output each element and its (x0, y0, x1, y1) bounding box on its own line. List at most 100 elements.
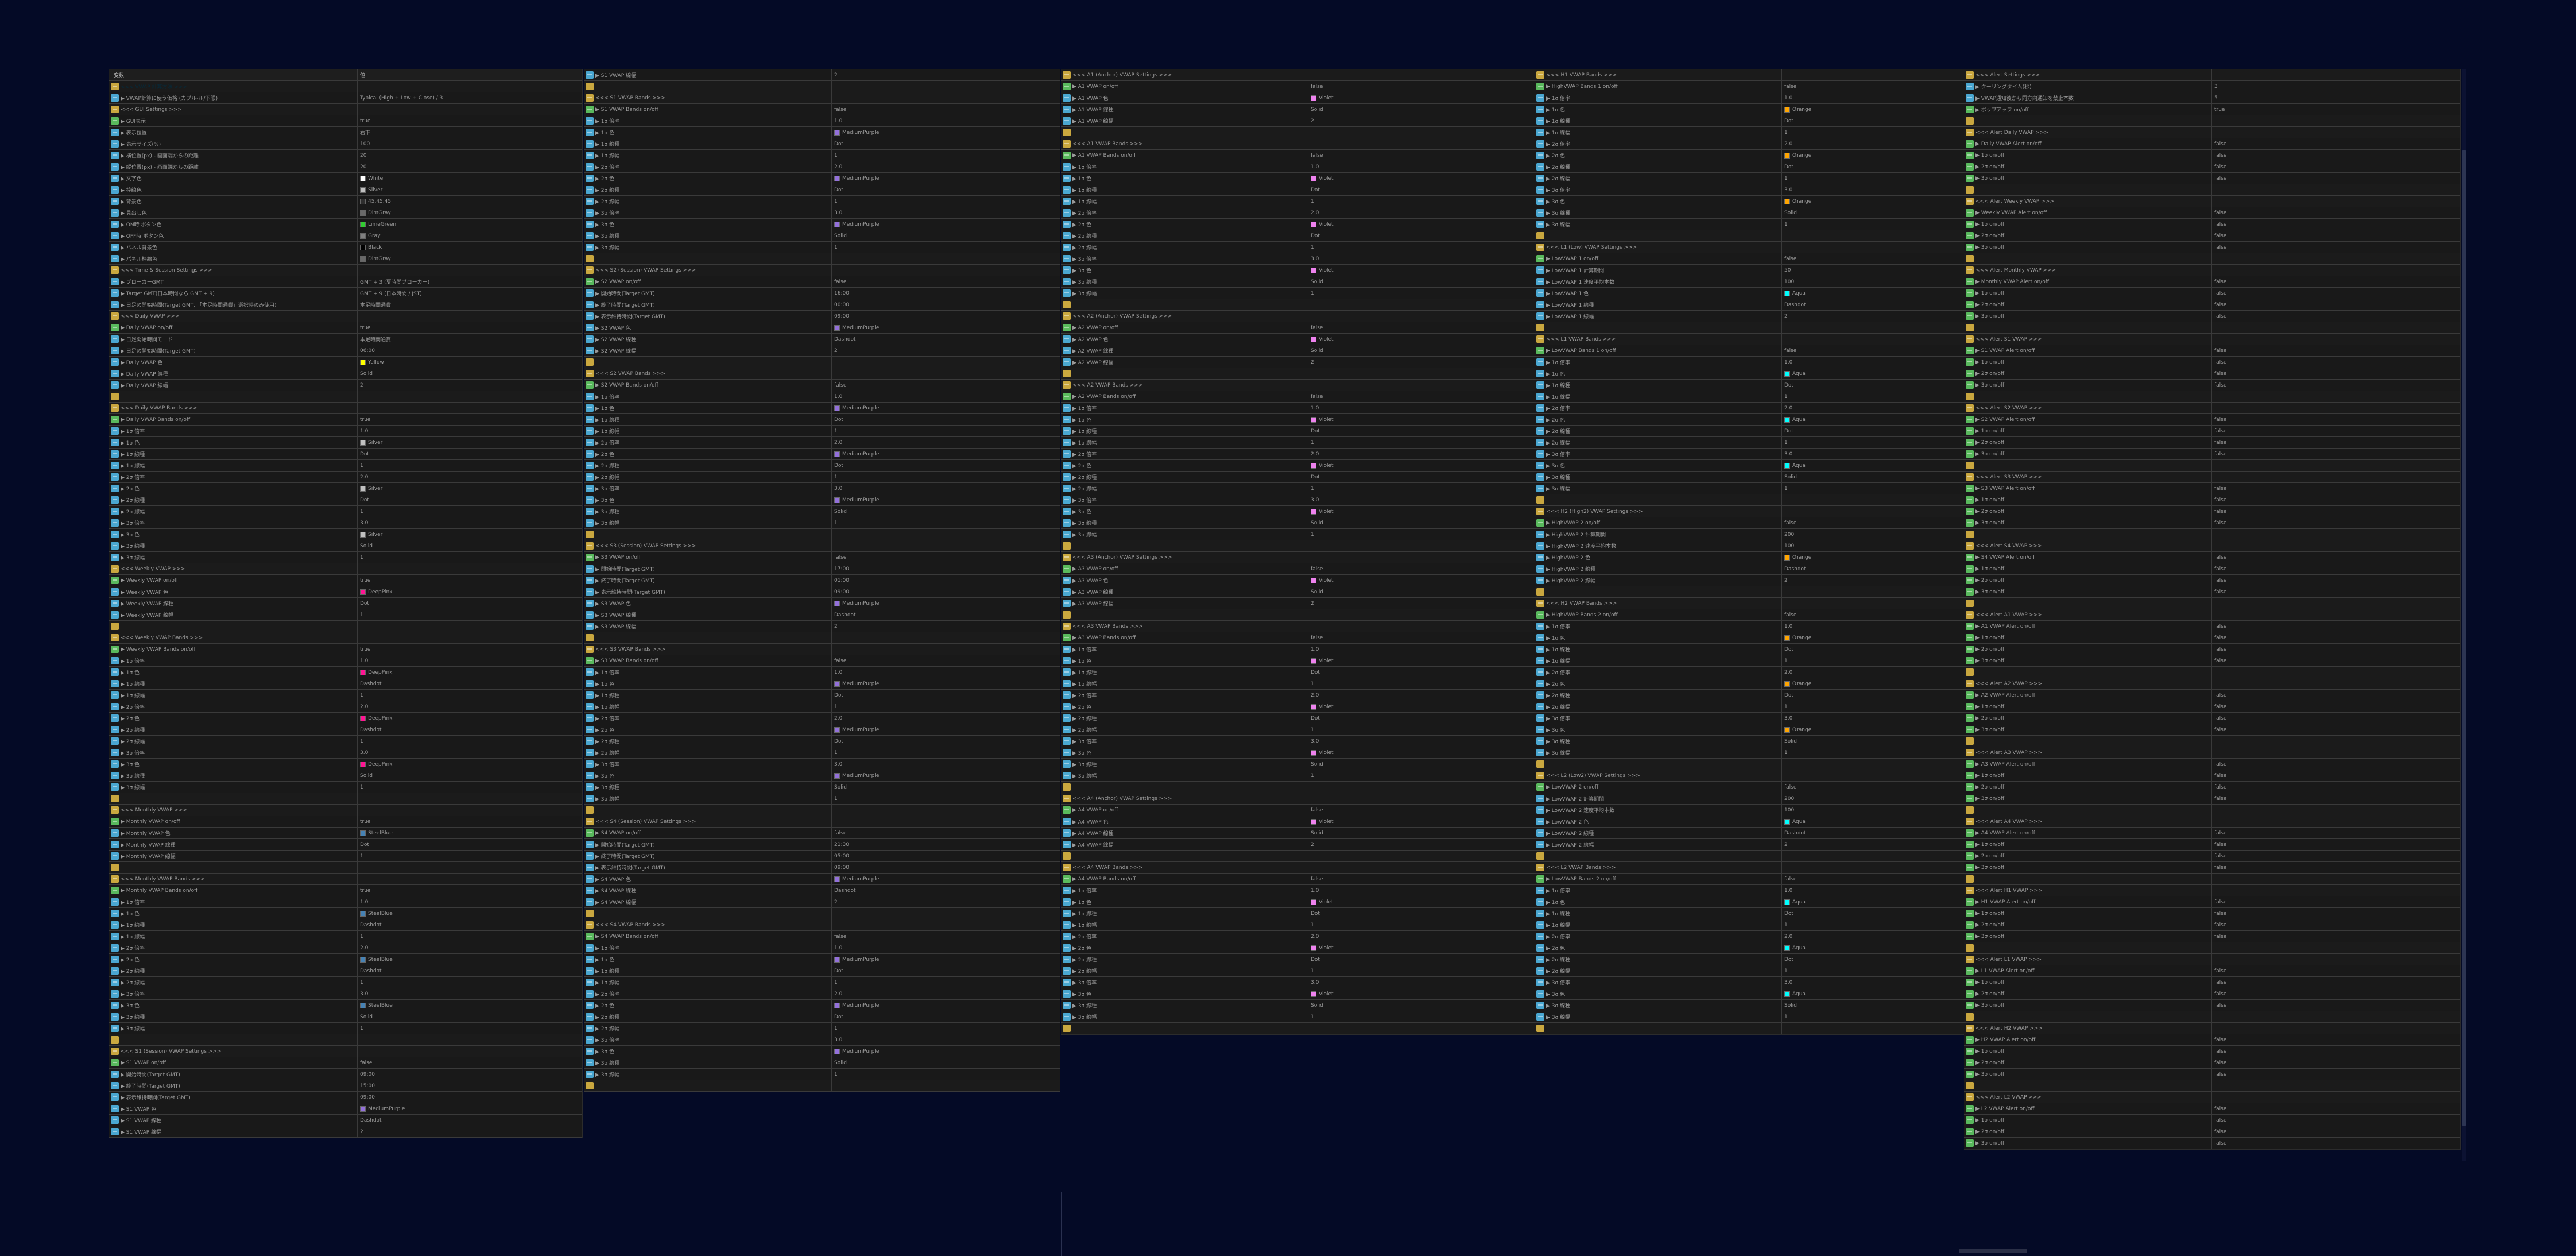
setting-row[interactable]: ▶ 3σ 色 Violet (1061, 747, 1535, 759)
setting-row[interactable]: ▶ A4 VWAP 色 Violet (1061, 816, 1535, 828)
setting-value[interactable]: Solid (1781, 472, 1964, 482)
setting-value[interactable]: false (2211, 586, 2460, 597)
blank-row[interactable] (1061, 299, 1535, 311)
setting-value[interactable] (831, 529, 1060, 540)
setting-row[interactable]: ▶ 3σ 線種 Solid (1061, 517, 1535, 529)
blank-row[interactable] (584, 529, 1060, 540)
setting-value[interactable] (831, 632, 1060, 643)
setting-value[interactable] (357, 403, 582, 413)
setting-value[interactable]: Solid (357, 1011, 582, 1022)
section-header-row[interactable]: <<< L1 VWAP Bands >>> (1535, 334, 1964, 345)
setting-value[interactable]: 右下 (357, 127, 582, 138)
section-header-row[interactable]: <<< S3 (Session) VWAP Settings >>> (584, 540, 1060, 552)
section-header-row[interactable]: <<< A4 (Anchor) VWAP Settings >>> (1061, 793, 1535, 805)
blank-row[interactable] (1964, 322, 2460, 334)
setting-value[interactable]: 2.0 (831, 713, 1060, 724)
setting-value[interactable]: 1 (357, 931, 582, 942)
setting-value[interactable]: false (2211, 345, 2460, 356)
setting-value[interactable]: Dot (831, 414, 1060, 425)
setting-value[interactable]: 1 (1781, 483, 1964, 494)
setting-value[interactable]: false (1781, 782, 1964, 793)
setting-value[interactable]: 1 (357, 977, 582, 988)
setting-value[interactable]: 3.0 (1308, 977, 1535, 988)
setting-row[interactable]: ▶ 1σ 線種 Dot (584, 965, 1060, 977)
setting-value[interactable]: 1.0 (357, 655, 582, 666)
setting-row[interactable]: ▶ 2σ 倍率 2.0 (1061, 207, 1535, 219)
setting-value[interactable] (1308, 69, 1535, 80)
setting-value[interactable]: false (2211, 288, 2460, 299)
setting-row[interactable]: ▶ 2σ 倍率 2.0 (584, 437, 1060, 449)
setting-row[interactable]: ▶ 2σ 色 SteelBlue (109, 954, 582, 965)
section-header-row[interactable]: <<< Alert A1 VWAP >>> (1964, 609, 2460, 621)
setting-row[interactable]: ▶ 1σ on/off false (1964, 357, 2460, 368)
setting-value[interactable]: 1 (1308, 724, 1535, 735)
setting-value[interactable]: Aqua (1781, 414, 1964, 425)
setting-value[interactable]: false (831, 380, 1060, 391)
setting-value[interactable]: false (2211, 655, 2460, 666)
setting-value[interactable]: false (831, 655, 1060, 666)
setting-value[interactable] (831, 253, 1060, 264)
setting-value[interactable]: 06:00 (357, 345, 582, 356)
setting-value[interactable]: Dashdot (1781, 828, 1964, 838)
setting-row[interactable]: ▶ A1 VWAP 線幅 2 (1061, 115, 1535, 127)
setting-value[interactable]: 2 (1781, 839, 1964, 850)
section-header-row[interactable]: <<< Alert S4 VWAP >>> (1964, 540, 2460, 552)
setting-value[interactable]: 1 (831, 196, 1060, 207)
setting-value[interactable] (1308, 782, 1535, 793)
setting-row[interactable]: ▶ LowVWAP 2 色 Aqua (1535, 816, 1964, 828)
blank-row[interactable] (1061, 127, 1535, 138)
setting-value[interactable]: Dot (1308, 954, 1535, 965)
section-header-row[interactable]: <<< H2 VWAP Bands >>> (1535, 598, 1964, 609)
setting-value[interactable]: Silver (357, 184, 582, 195)
setting-value[interactable] (2211, 747, 2460, 758)
section-header-row[interactable]: <<< Monthly VWAP >>> (109, 805, 582, 816)
blank-row[interactable] (1061, 851, 1535, 862)
section-header-row[interactable]: <<< S4 (Session) VWAP Settings >>> (584, 816, 1060, 828)
setting-value[interactable]: MediumPurple (831, 598, 1060, 609)
setting-row[interactable]: ▶ A2 VWAP on/off false (1061, 322, 1535, 334)
setting-row[interactable]: ▶ 1σ 線種 Dot (1061, 908, 1535, 919)
setting-row[interactable]: ▶ 日足の開始時間(Target GMT, 「本足時間通貨」選択時のみ使用) 本足… (109, 299, 582, 311)
setting-row[interactable]: ▶ OFF時 ボタン色 Gray (109, 230, 582, 242)
section-header-row[interactable]: <<< Time & Session Settings >>> (109, 265, 582, 276)
setting-value[interactable]: 2 (1308, 115, 1535, 126)
setting-row[interactable]: ▶ 2σ 線種 Dashdot (109, 724, 582, 736)
setting-row[interactable]: ▶ パネル背景色 Black (109, 242, 582, 253)
section-header-row[interactable]: <<< A2 VWAP Bands >>> (1061, 380, 1535, 391)
setting-row[interactable]: ▶ 1σ 色 Silver (109, 437, 582, 449)
setting-value[interactable]: MediumPurple (831, 449, 1060, 459)
setting-value[interactable] (2211, 805, 2460, 816)
blank-row[interactable] (1061, 782, 1535, 793)
setting-value[interactable]: 01:00 (831, 575, 1060, 586)
setting-value[interactable]: Silver (357, 483, 582, 494)
setting-row[interactable]: ▶ A4 VWAP on/off false (1061, 805, 1535, 816)
setting-row[interactable]: ▶ 2σ on/off false (1964, 644, 2460, 655)
setting-row[interactable]: ▶ Daily VWAP 線種 Solid (109, 368, 582, 380)
setting-value[interactable]: Dot (1308, 184, 1535, 195)
setting-value[interactable] (2211, 874, 2460, 884)
setting-value[interactable]: 1 (357, 736, 582, 747)
setting-row[interactable]: ▶ 2σ 線幅 1 (1061, 724, 1535, 736)
section-header-row[interactable]: <<< L2 (Low2) VWAP Settings >>> (1535, 770, 1964, 782)
setting-value[interactable]: Dashdot (831, 885, 1060, 896)
setting-row[interactable]: ▶ 2σ 線種 Dashdot (109, 965, 582, 977)
setting-value[interactable] (831, 908, 1060, 919)
setting-value[interactable]: false (2211, 276, 2460, 287)
setting-row[interactable]: ▶ 横位置(px) - 画面端からの距離 20 (109, 150, 582, 161)
setting-row[interactable]: ▶ 3σ 倍率 3.0 (1061, 494, 1535, 506)
setting-value[interactable]: true (357, 816, 582, 827)
setting-value[interactable]: 1 (357, 552, 582, 563)
setting-value[interactable] (2211, 265, 2460, 276)
setting-value[interactable] (2211, 667, 2460, 678)
setting-row[interactable]: ▶ 2σ 線種 Dot (1535, 690, 1964, 701)
setting-row[interactable]: ▶ A4 VWAP 線幅 2 (1061, 839, 1535, 851)
setting-value[interactable]: Violet (1308, 896, 1535, 907)
blank-row[interactable] (1964, 1080, 2460, 1092)
setting-value[interactable] (1308, 380, 1535, 391)
setting-value[interactable]: false (1781, 345, 1964, 356)
setting-row[interactable]: ▶ 3σ 色 MediumPurple (584, 494, 1060, 506)
setting-row[interactable]: ▶ 2σ 線幅 1 (1535, 437, 1964, 449)
setting-value[interactable]: false (2211, 1103, 2460, 1114)
setting-row[interactable]: ▶ A4 VWAP Bands on/off false (1061, 874, 1535, 885)
setting-value[interactable]: Orange (1781, 678, 1964, 689)
